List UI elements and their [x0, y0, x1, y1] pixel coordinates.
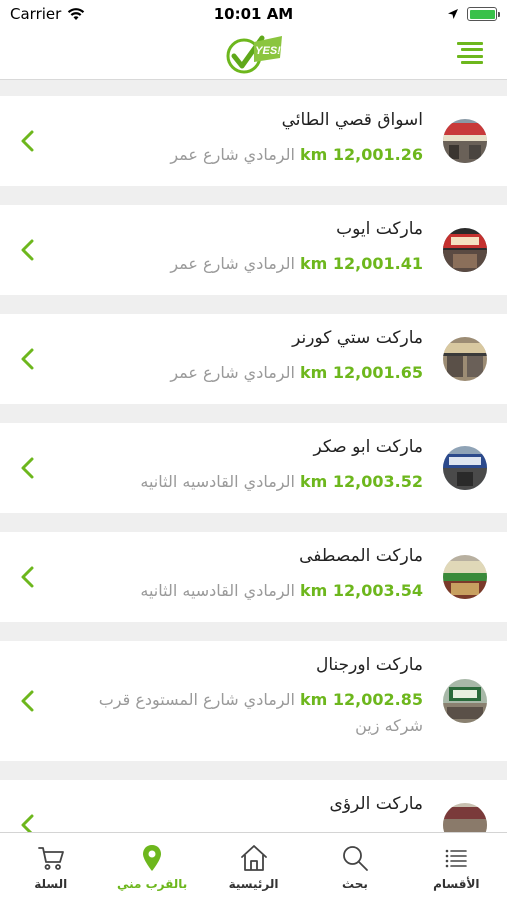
store-meta: 12,003.54 km الرمادي القادسيه الثانيه: [63, 578, 423, 604]
store-meta: 12,001.26 km الرمادي شارع عمر: [63, 142, 423, 168]
store-card[interactable]: اسواق قصي الطائي 12,001.26 km الرمادي شا…: [0, 96, 507, 186]
store-photo: [443, 119, 487, 163]
store-card[interactable]: ماركت الرؤى: [0, 780, 507, 832]
store-distance: 12,002.85 km: [300, 690, 423, 709]
categories-icon: [446, 849, 468, 868]
tab-label: بحث: [341, 877, 368, 891]
wifi-icon: [68, 8, 85, 20]
store-card[interactable]: ماركت ابو صكر 12,003.52 km الرمادي القاد…: [0, 423, 507, 513]
store-meta: 12,001.65 km الرمادي شارع عمر: [63, 360, 423, 386]
store-distance: 12,001.26 km: [300, 145, 423, 164]
yes-logo: YES!: [226, 35, 282, 73]
chevron-left-icon: [21, 814, 34, 832]
store-name: ماركت اورجنال: [316, 655, 423, 675]
store-name: ماركت المصطفى: [299, 546, 423, 566]
store-address: الرمادي شارع عمر: [170, 145, 295, 164]
store-photo: [443, 228, 487, 272]
tab-home[interactable]: الرئيسية: [203, 833, 304, 900]
store-card[interactable]: ماركت ايوب 12,001.41 km الرمادي شارع عمر: [0, 205, 507, 295]
chevron-left-icon: [21, 457, 34, 479]
store-photo: [443, 337, 487, 381]
store-address: الرمادي القادسيه الثانيه: [140, 472, 295, 491]
store-meta: 12,002.85 km الرمادي شارع المستودع قرب ش…: [63, 687, 423, 739]
tab-nearby[interactable]: بالقرب مني: [101, 833, 202, 900]
tab-categories[interactable]: الأقسام: [406, 833, 507, 900]
battery-icon: [467, 7, 500, 21]
status-bar: Carrier 10:01 AM: [0, 0, 507, 28]
chevron-left-icon: [21, 130, 34, 152]
cart-icon: [37, 847, 64, 870]
store-distance: 12,003.54 km: [300, 581, 423, 600]
search-icon: [343, 846, 368, 871]
store-name: ماركت ابو صكر: [313, 437, 423, 457]
store-photo: [443, 679, 487, 723]
chevron-left-icon: [21, 239, 34, 261]
store-address: الرمادي شارع عمر: [170, 363, 295, 382]
store-distance: 12,001.65 km: [300, 363, 423, 382]
tab-label: السلة: [34, 877, 68, 891]
store-name: ماركت ستي كورنر: [292, 328, 423, 348]
store-meta: 12,001.41 km الرمادي شارع عمر: [63, 251, 423, 277]
store-address: الرمادي شارع عمر: [170, 254, 295, 273]
store-name: ماركت الرؤى: [329, 794, 423, 814]
home-icon: [240, 845, 267, 871]
tab-label: بالقرب مني: [116, 877, 188, 891]
location-arrow-icon: [448, 9, 458, 19]
chevron-left-icon: [21, 348, 34, 370]
store-address: الرمادي القادسيه الثانيه: [140, 581, 295, 600]
store-distance: 12,001.41 km: [300, 254, 423, 273]
store-card[interactable]: ماركت ستي كورنر 12,001.65 km الرمادي شار…: [0, 314, 507, 404]
tab-label: الرئيسية: [228, 877, 279, 891]
nav-bar: YES!: [0, 28, 507, 80]
tab-search[interactable]: بحث: [304, 833, 405, 900]
tab-bar: السلة بالقرب مني الرئيسية بحث الأقسام: [0, 832, 507, 900]
chevron-left-icon: [21, 690, 34, 712]
tab-label: الأقسام: [433, 877, 480, 891]
store-list: اسواق قصي الطائي 12,001.26 km الرمادي شا…: [0, 80, 507, 832]
store-name: ماركت ايوب: [336, 219, 423, 239]
store-meta: 12,003.52 km الرمادي القادسيه الثانيه: [63, 469, 423, 495]
carrier-label: Carrier: [10, 5, 62, 23]
logo-text: YES!: [255, 45, 281, 57]
store-photo: [443, 446, 487, 490]
store-name: اسواق قصي الطائي: [281, 110, 423, 130]
store-card[interactable]: ماركت اورجنال 12,002.85 km الرمادي شارع …: [0, 641, 507, 761]
store-photo: [443, 803, 487, 832]
store-photo: [443, 555, 487, 599]
store-card[interactable]: ماركت المصطفى 12,003.54 km الرمادي القاد…: [0, 532, 507, 622]
tab-cart[interactable]: السلة: [0, 833, 101, 900]
menu-button[interactable]: [457, 40, 483, 66]
chevron-left-icon: [21, 566, 34, 588]
location-pin-icon: [143, 845, 162, 871]
store-distance: 12,003.52 km: [300, 472, 423, 491]
